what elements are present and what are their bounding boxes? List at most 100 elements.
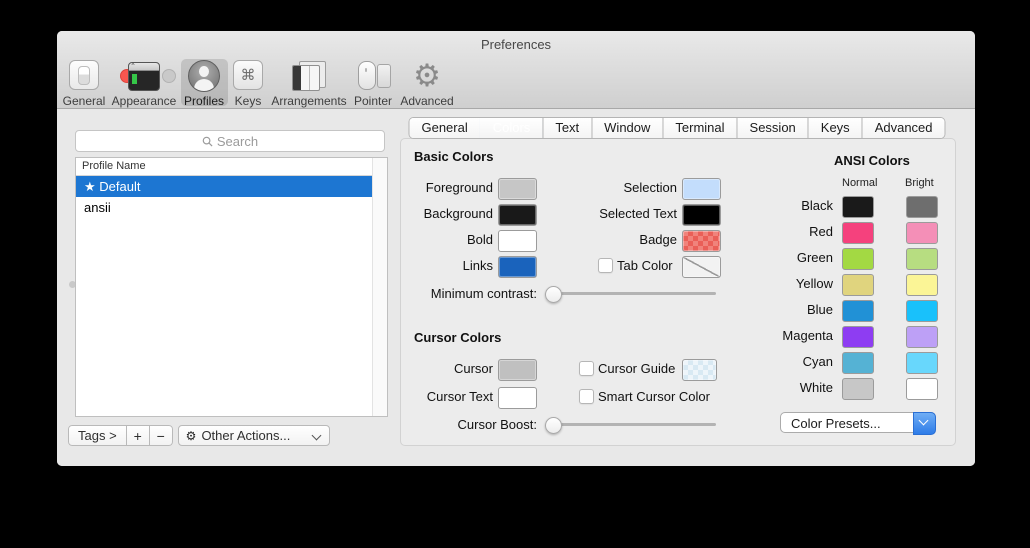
settings-tabbar: General Colors Text Window Terminal Sess…	[408, 117, 945, 139]
ansi-yellow-label: Yellow	[733, 276, 833, 292]
cursor-guide-label: Cursor Guide	[598, 361, 675, 377]
ansi-white-label: White	[733, 380, 833, 396]
color-presets-label: Color Presets...	[791, 416, 881, 431]
cursor-boost-slider-knob[interactable]	[545, 417, 562, 434]
ansi-magenta-label: Magenta	[733, 328, 833, 344]
general-icon	[69, 60, 99, 90]
ansi-green-bright-swatch[interactable]	[906, 248, 938, 270]
selected-text-label: Selected Text	[541, 206, 677, 222]
actions-gear-icon: ⚙	[186, 429, 197, 443]
search-placeholder: Search	[217, 134, 258, 149]
profile-row-ansii[interactable]: ansii	[76, 197, 372, 218]
ansi-black-normal-swatch[interactable]	[842, 196, 874, 218]
chevron-down-icon	[919, 416, 929, 426]
ansi-red-label: Red	[733, 224, 833, 240]
ansi-cyan-label: Cyan	[733, 354, 833, 370]
tab-terminal[interactable]: Terminal	[662, 118, 736, 138]
cursor-colors-title: Cursor Colors	[414, 330, 501, 345]
remove-profile-button[interactable]: −	[150, 425, 173, 446]
tab-color-checkbox[interactable]	[598, 258, 613, 273]
tab-colors[interactable]: Colors	[480, 118, 543, 138]
smart-cursor-label: Smart Cursor Color	[598, 389, 710, 405]
other-actions-label: Other Actions...	[201, 428, 290, 443]
arrangements-icon	[292, 60, 326, 91]
minimum-contrast-label: Minimum contrast:	[401, 286, 537, 302]
ansi-cyan-bright-swatch[interactable]	[906, 352, 938, 374]
ansi-magenta-bright-swatch[interactable]	[906, 326, 938, 348]
content-area: Search Profile Name ★ Default ansii Tags…	[57, 109, 975, 466]
cursor-text-swatch[interactable]	[498, 387, 537, 409]
links-swatch[interactable]	[498, 256, 537, 278]
colors-panel: Basic Colors Foreground Background Bold …	[400, 138, 956, 446]
ansi-normal-header: Normal	[842, 177, 877, 189]
ansi-black-label: Black	[733, 198, 833, 214]
ansi-white-bright-swatch[interactable]	[906, 378, 938, 400]
dropdown-arrow-button	[913, 412, 936, 435]
ansi-magenta-normal-swatch[interactable]	[842, 326, 874, 348]
color-presets-dropdown[interactable]: Color Presets...	[780, 412, 936, 433]
ansi-yellow-normal-swatch[interactable]	[842, 274, 874, 296]
preferences-window: Preferences General × Appearance Profile…	[57, 31, 975, 466]
cursor-swatch[interactable]	[498, 359, 537, 381]
foreground-label: Foreground	[401, 180, 493, 196]
keys-icon: ⌘	[233, 60, 263, 90]
ansi-red-normal-swatch[interactable]	[842, 222, 874, 244]
ansi-white-normal-swatch[interactable]	[842, 378, 874, 400]
add-profile-button[interactable]: +	[127, 425, 150, 446]
cursor-label: Cursor	[401, 361, 493, 377]
tab-general[interactable]: General	[409, 118, 479, 138]
tab-window[interactable]: Window	[591, 118, 662, 138]
ansi-yellow-bright-swatch[interactable]	[906, 274, 938, 296]
chevron-down-icon	[311, 431, 321, 441]
cursor-boost-label: Cursor Boost:	[401, 417, 537, 433]
tab-advanced[interactable]: Advanced	[862, 118, 945, 138]
background-label: Background	[401, 206, 493, 222]
selected-text-swatch[interactable]	[682, 204, 721, 226]
search-icon	[202, 136, 213, 147]
cursor-guide-checkbox[interactable]	[579, 361, 594, 376]
profile-actions-row: Tags > + − ⚙ Other Actions...	[68, 425, 330, 446]
ansi-blue-normal-swatch[interactable]	[842, 300, 874, 322]
profile-buttons-group: Tags > + −	[68, 425, 173, 446]
appearance-icon: ×	[128, 60, 160, 91]
selection-label: Selection	[541, 180, 677, 196]
ansi-green-normal-swatch[interactable]	[842, 248, 874, 270]
tab-color-swatch[interactable]	[682, 256, 721, 278]
search-input[interactable]: Search	[75, 130, 385, 152]
other-actions-popup[interactable]: ⚙ Other Actions...	[178, 425, 330, 446]
ansi-green-label: Green	[733, 250, 833, 266]
links-label: Links	[401, 258, 493, 274]
basic-colors-title: Basic Colors	[414, 149, 493, 164]
smart-cursor-checkbox[interactable]	[579, 389, 594, 404]
toolbar-item-advanced[interactable]: ⚙ Advanced	[385, 59, 469, 106]
ansi-blue-bright-swatch[interactable]	[906, 300, 938, 322]
ansi-black-bright-swatch[interactable]	[906, 196, 938, 218]
badge-swatch[interactable]	[682, 230, 721, 252]
tab-session[interactable]: Session	[737, 118, 808, 138]
profile-row-default[interactable]: ★ Default	[76, 176, 372, 197]
tab-text[interactable]: Text	[542, 118, 591, 138]
advanced-gear-icon: ⚙	[413, 60, 441, 92]
minimum-contrast-slider-track[interactable]	[546, 292, 716, 295]
tags-button[interactable]: Tags >	[68, 425, 127, 446]
cursor-text-label: Cursor Text	[401, 389, 493, 405]
ansi-red-bright-swatch[interactable]	[906, 222, 938, 244]
cursor-boost-slider-track[interactable]	[546, 423, 716, 426]
badge-label: Badge	[541, 232, 677, 248]
ansi-blue-label: Blue	[733, 302, 833, 318]
tab-keys[interactable]: Keys	[808, 118, 862, 138]
bold-swatch[interactable]	[498, 230, 537, 252]
foreground-swatch[interactable]	[498, 178, 537, 200]
selection-swatch[interactable]	[682, 178, 721, 200]
titlebar-toolbar: Preferences General × Appearance Profile…	[57, 31, 975, 109]
bold-label: Bold	[401, 232, 493, 248]
profile-list-header[interactable]: Profile Name	[76, 158, 387, 176]
minimum-contrast-slider-knob[interactable]	[545, 286, 562, 303]
tab-color-label: Tab Color	[617, 258, 673, 274]
profile-list-scrollbar[interactable]	[372, 158, 387, 416]
ansi-cyan-normal-swatch[interactable]	[842, 352, 874, 374]
ansi-bright-header: Bright	[905, 177, 934, 189]
window-title: Preferences	[57, 37, 975, 52]
background-swatch[interactable]	[498, 204, 537, 226]
cursor-guide-swatch[interactable]	[682, 359, 717, 381]
